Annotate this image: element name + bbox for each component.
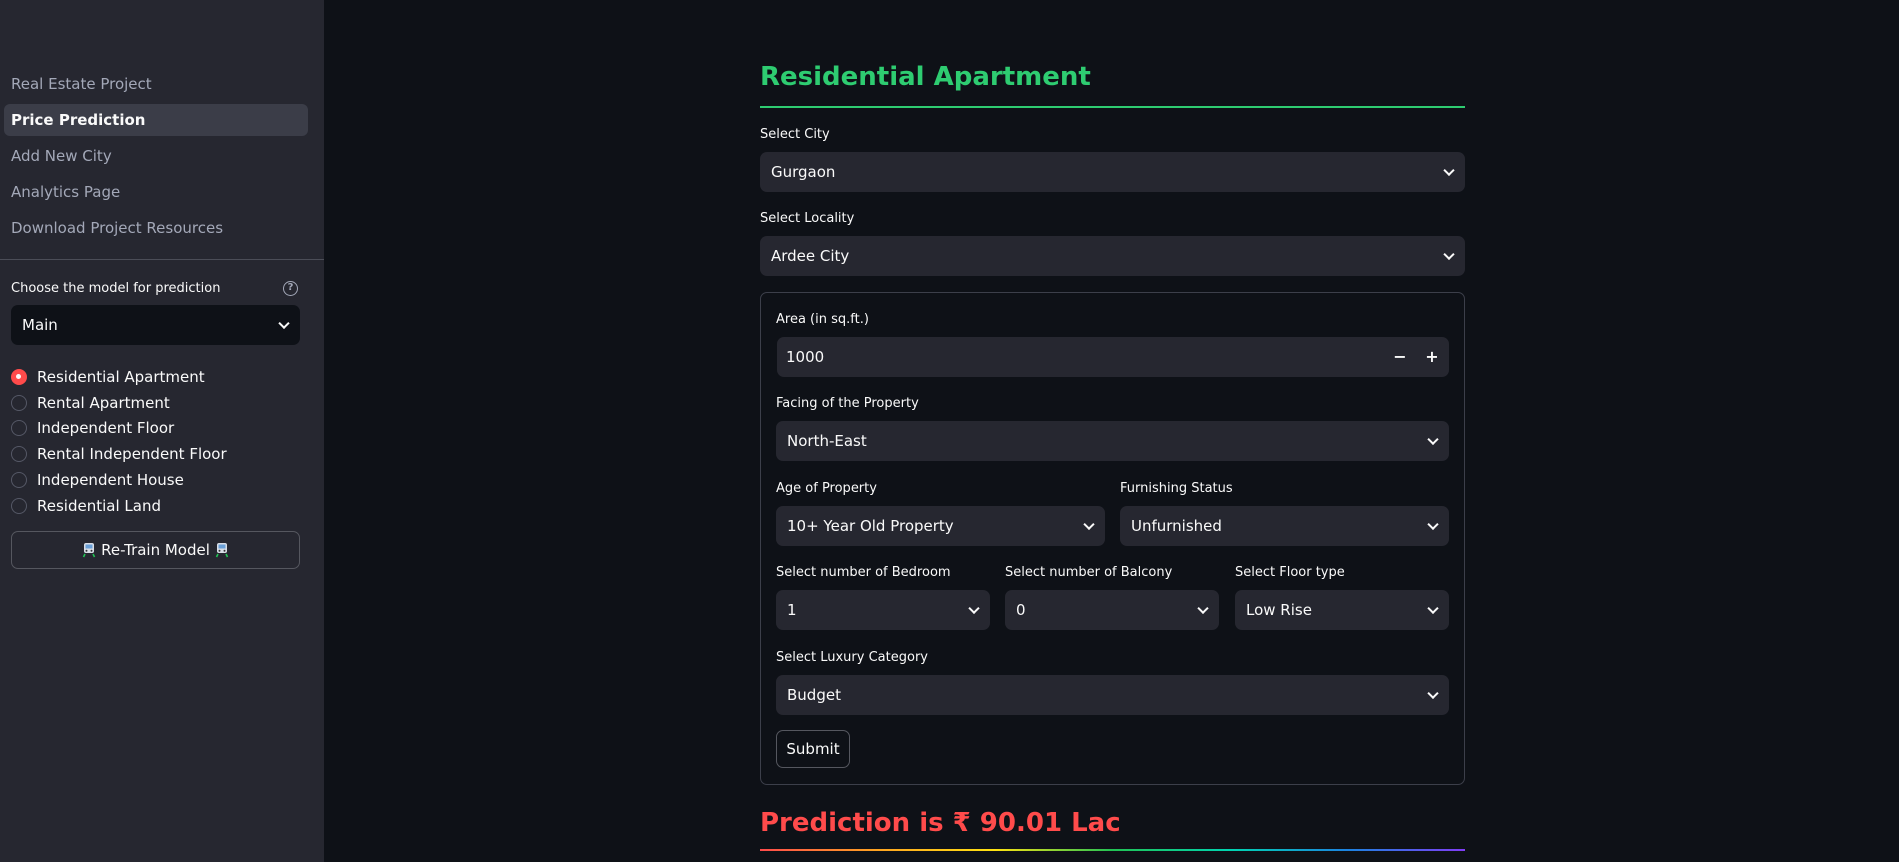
furnishing-select[interactable]: Unfurnished (1120, 506, 1449, 546)
radio-label: Residential Land (37, 496, 161, 515)
radio-unchecked-icon (11, 472, 27, 489)
balcony-label: Select number of Balcony (1005, 565, 1173, 580)
sidebar-nav: Real Estate Project Price Prediction Add… (4, 68, 308, 248)
radio-checked-icon (11, 368, 27, 385)
retrain-model-label: Re-Train Model (101, 541, 210, 559)
radio-independent-house[interactable]: Independent House (11, 467, 227, 493)
chevron-down-icon (278, 317, 290, 330)
sidebar: Real Estate Project Price Prediction Add… (0, 0, 324, 862)
sidebar-divider (0, 259, 324, 260)
radio-independent-floor[interactable]: Independent Floor (11, 416, 227, 442)
submit-button[interactable]: Submit (776, 730, 850, 768)
page-title: Residential Apartment (760, 62, 1091, 92)
floor-type-select[interactable]: Low Rise (1235, 590, 1449, 630)
chevron-down-icon (1427, 687, 1439, 700)
bedroom-select[interactable]: 1 (776, 590, 990, 630)
model-select[interactable]: Main (11, 305, 300, 345)
radio-label: Rental Apartment (37, 393, 170, 412)
nav-item-analytics-page[interactable]: Analytics Page (4, 176, 308, 208)
age-select[interactable]: 10+ Year Old Property (776, 506, 1105, 546)
chevron-down-icon (1427, 518, 1439, 531)
floor-type-select-value: Low Rise (1246, 601, 1312, 619)
question-circle-icon[interactable]: ? (283, 281, 298, 296)
city-select-value: Gurgaon (771, 163, 836, 181)
bedroom-select-value: 1 (787, 601, 797, 619)
radio-unchecked-icon (11, 446, 27, 463)
radio-label: Independent House (37, 471, 184, 490)
radio-rental-independent-floor[interactable]: Rental Independent Floor (11, 441, 227, 467)
nav-item-real-estate-project[interactable]: Real Estate Project (4, 68, 308, 100)
radio-rental-apartment[interactable]: Rental Apartment (11, 390, 227, 416)
prediction-divider (760, 849, 1465, 851)
furnishing-label: Furnishing Status (1120, 481, 1233, 496)
balcony-select-value: 0 (1016, 601, 1026, 619)
floor-type-label: Select Floor type (1235, 565, 1345, 580)
facing-label: Facing of the Property (776, 396, 919, 411)
decrement-button[interactable]: − (1385, 337, 1415, 377)
retrain-model-button[interactable]: Re-Train Model (11, 531, 300, 569)
radio-unchecked-icon (11, 497, 27, 514)
train-icon (82, 543, 96, 558)
locality-label: Select Locality (760, 211, 855, 226)
radio-unchecked-icon (11, 394, 27, 411)
city-select[interactable]: Gurgaon (760, 152, 1465, 192)
bedroom-label: Select number of Bedroom (776, 565, 951, 580)
city-label: Select City (760, 127, 830, 142)
radio-residential-apartment[interactable]: Residential Apartment (11, 364, 227, 390)
radio-label: Independent Floor (37, 419, 175, 438)
nav-item-add-new-city[interactable]: Add New City (4, 140, 308, 172)
facing-select[interactable]: North-East (776, 421, 1449, 461)
chevron-down-icon (1443, 248, 1455, 261)
radio-label: Rental Independent Floor (37, 445, 227, 464)
area-number-input[interactable]: 1000 − + (777, 337, 1449, 377)
nav-item-download-project-resources[interactable]: Download Project Resources (4, 212, 308, 244)
radio-residential-land[interactable]: Residential Land (11, 493, 227, 519)
age-label: Age of Property (776, 481, 877, 496)
prediction-result: Prediction is ₹ 90.01 Lac (760, 808, 1121, 838)
model-select-label: Choose the model for prediction (11, 281, 221, 296)
luxury-label: Select Luxury Category (776, 650, 928, 665)
chevron-down-icon (1427, 602, 1439, 615)
train-icon (215, 543, 229, 558)
area-input-value: 1000 (786, 348, 825, 366)
nav-item-price-prediction[interactable]: Price Prediction (4, 104, 308, 136)
chevron-down-icon (1427, 433, 1439, 446)
area-label: Area (in sq.ft.) (776, 312, 869, 327)
chevron-down-icon (1443, 164, 1455, 177)
radio-label: Residential Apartment (37, 367, 205, 386)
locality-select[interactable]: Ardee City (760, 236, 1465, 276)
balcony-select[interactable]: 0 (1005, 590, 1219, 630)
chevron-down-icon (1197, 602, 1209, 615)
facing-select-value: North-East (787, 432, 867, 450)
luxury-select-value: Budget (787, 686, 841, 704)
furnishing-select-value: Unfurnished (1131, 517, 1222, 535)
chevron-down-icon (968, 602, 980, 615)
title-divider (760, 106, 1465, 108)
luxury-select[interactable]: Budget (776, 675, 1449, 715)
model-select-value: Main (22, 316, 58, 334)
property-type-radio-group: Residential Apartment Rental Apartment I… (11, 364, 227, 519)
age-select-value: 10+ Year Old Property (787, 517, 954, 535)
increment-button[interactable]: + (1417, 337, 1447, 377)
chevron-down-icon (1083, 518, 1095, 531)
radio-unchecked-icon (11, 420, 27, 437)
locality-select-value: Ardee City (771, 247, 850, 265)
